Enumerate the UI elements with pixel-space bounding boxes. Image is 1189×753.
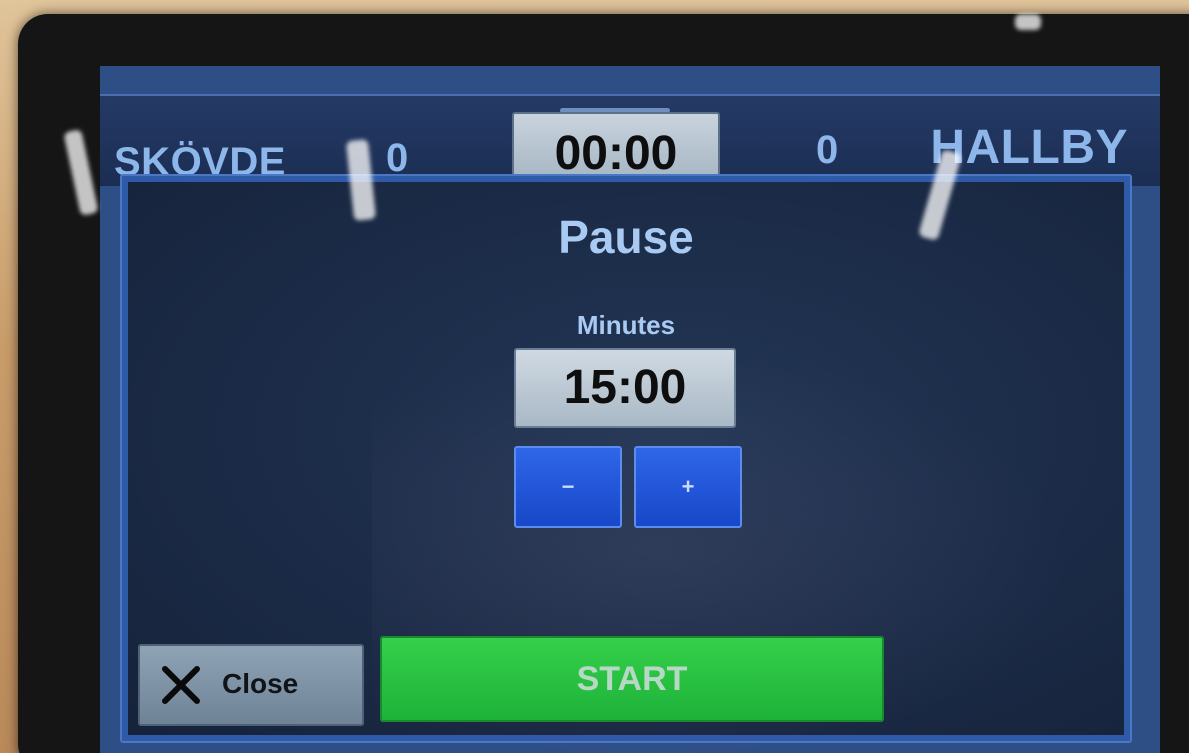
scoreboard-screen: SKÖVDE 0 00:00 0 HALLBY Pause Minutes 15… <box>100 66 1160 753</box>
minutes-display: 15:00 <box>514 348 736 428</box>
away-team-score: 0 <box>816 128 839 172</box>
close-icon <box>162 666 200 704</box>
minutes-label: Minutes <box>576 310 676 340</box>
increment-button[interactable]: + <box>634 446 742 528</box>
pause-dialog: Pause Minutes 15:00 − + Close START <box>120 174 1132 753</box>
close-button[interactable]: Close <box>138 644 364 726</box>
decrement-button[interactable]: − <box>514 446 622 528</box>
away-team-name: HALLBY <box>930 121 1128 174</box>
glare-4 <box>1015 14 1041 30</box>
tablet-bezel: SKÖVDE 0 00:00 0 HALLBY Pause Minutes 15… <box>18 14 1189 753</box>
score-bar: SKÖVDE 0 00:00 0 HALLBY <box>100 94 1160 196</box>
photo-scene: SKÖVDE 0 00:00 0 HALLBY Pause Minutes 15… <box>0 0 1189 753</box>
start-button[interactable]: START <box>380 636 884 722</box>
dialog-title: Pause <box>558 211 694 263</box>
close-button-label: Close <box>222 668 299 699</box>
